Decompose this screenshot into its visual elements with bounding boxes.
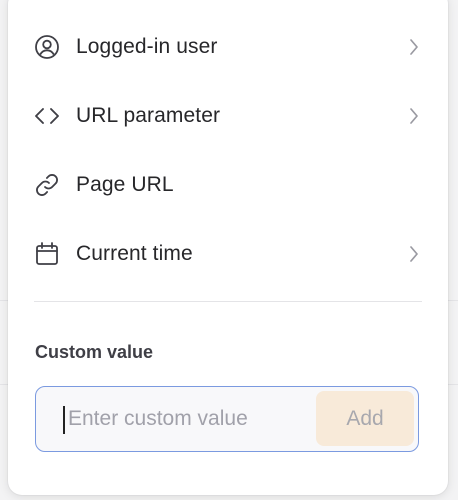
menu-item-label: URL parameter — [76, 104, 221, 127]
custom-value-heading: Custom value — [35, 342, 154, 362]
menu-divider — [34, 301, 422, 302]
custom-value-field[interactable]: Add — [35, 386, 419, 452]
chevron-right-icon — [404, 244, 424, 264]
chevron-right-icon — [404, 106, 424, 126]
link-icon — [34, 172, 60, 198]
calendar-icon — [34, 241, 60, 267]
menu-item-label: Current time — [76, 242, 193, 265]
code-brackets-icon — [34, 103, 60, 129]
user-circle-icon — [34, 34, 60, 60]
menu-item-logged-in-user[interactable]: Logged-in user — [34, 25, 424, 69]
chevron-right-icon — [404, 37, 424, 57]
menu-item-label: Logged-in user — [76, 35, 218, 58]
menu-item-page-url[interactable]: Page URL — [34, 163, 424, 207]
menu-item-label: Page URL — [76, 173, 174, 196]
menu-item-current-time[interactable]: Current time — [34, 232, 424, 276]
custom-value-input[interactable] — [64, 398, 318, 440]
menu-item-url-parameter[interactable]: URL parameter — [34, 94, 424, 138]
value-source-popover: Logged-in user URL parameter Page URL Cu… — [8, 0, 448, 495]
add-button[interactable]: Add — [316, 391, 414, 446]
